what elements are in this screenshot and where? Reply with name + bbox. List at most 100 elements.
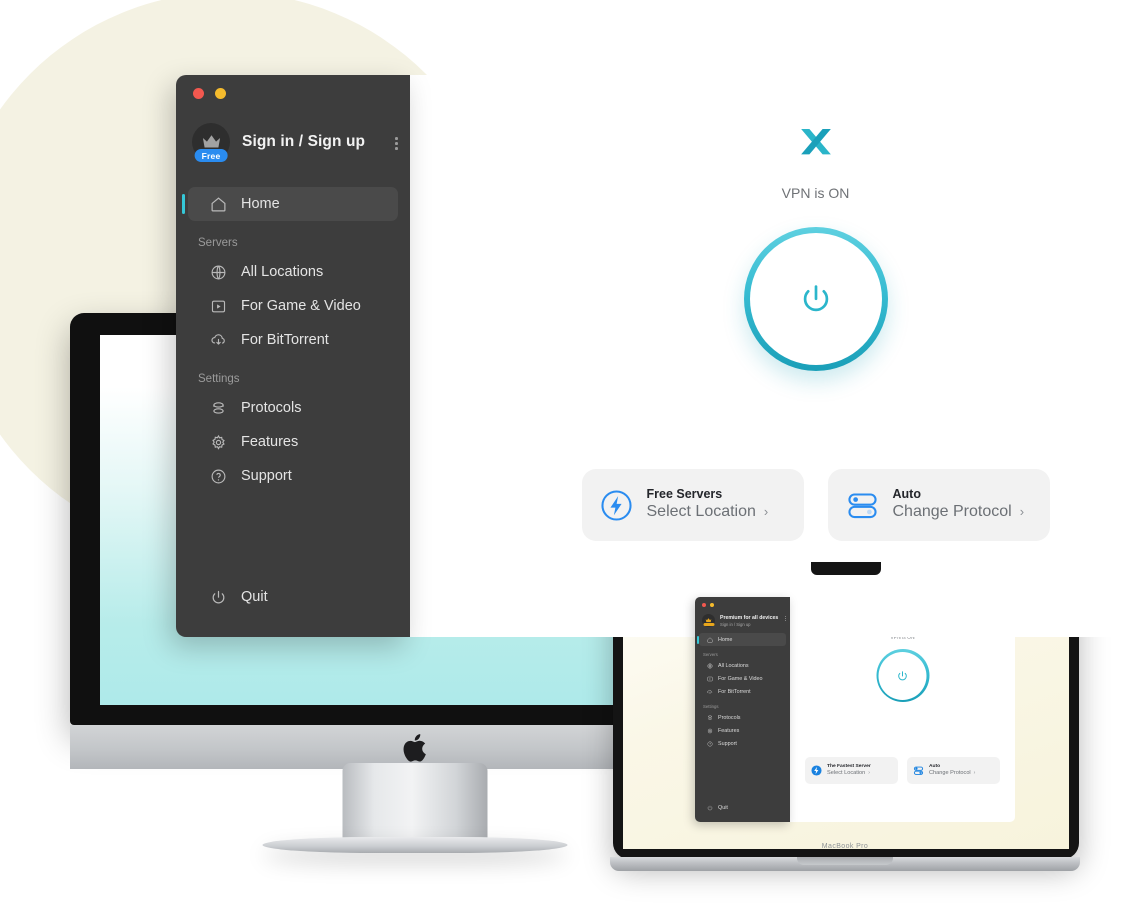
app-main-panel: VPN is ON Free Servers Select Location ›… (410, 75, 1140, 637)
minimize-button[interactable] (215, 88, 226, 99)
mini-avatar (702, 614, 715, 627)
mini-sidebar-item-support[interactable]: Support (699, 737, 786, 750)
power-icon (898, 670, 907, 680)
plan-badge: Free (194, 149, 228, 162)
sidebar-item-label: Features (241, 434, 299, 450)
account-row[interactable]: Free Sign in / Sign up (192, 123, 400, 162)
power-button-inner (749, 233, 882, 365)
close-button[interactable] (193, 88, 204, 99)
home-icon (707, 636, 713, 642)
macbook-base-notch (797, 857, 893, 865)
mini-account-subtitle: Sign in / Sign up (720, 621, 751, 627)
card-change-protocol[interactable]: Auto Change Protocol › (827, 469, 1050, 541)
mini-sidebar-label: Home (718, 636, 733, 643)
sidebar-item-bittorrent[interactable]: For BitTorrent (188, 323, 398, 357)
mini-cards-row: The Fastest Server Select Location › Aut… (790, 757, 1015, 784)
mini-kebab-menu-icon[interactable] (785, 616, 786, 621)
globe-icon (211, 265, 226, 279)
mini-sidebar-item-all-locations[interactable]: All Locations (699, 659, 786, 672)
mini-sidebar-label: All Locations (718, 662, 749, 669)
mini-account-title: Premium for all devices (720, 614, 779, 621)
macbook-notch (811, 562, 881, 575)
video-play-icon (211, 300, 226, 312)
video-play-icon (707, 676, 713, 681)
mini-minimize-button[interactable] (710, 603, 715, 608)
chevron-right-icon: › (763, 504, 769, 520)
sidebar-item-support[interactable]: Support (188, 459, 398, 493)
sidebar-item-home[interactable]: Home (182, 187, 398, 221)
cards-row: Free Servers Select Location › Auto Chan… (410, 469, 1140, 541)
home-icon (211, 196, 226, 211)
sidebar-item-label: Support (241, 468, 292, 484)
quit-label: Quit (241, 589, 268, 605)
mini-account-row[interactable]: Premium for all devices Sign in / Sign u… (702, 614, 786, 627)
mini-sidebar-label: For BitTorrent (718, 688, 751, 695)
chevron-right-icon: › (973, 770, 976, 777)
macbook-device-label: MacBook Pro (821, 843, 869, 850)
question-circle-icon (707, 741, 713, 746)
sidebar-item-label: All Locations (241, 264, 324, 280)
card-title: Auto (892, 486, 921, 501)
card-subtitle: Select Location (646, 503, 756, 521)
mini-quit-button[interactable]: Quit (699, 801, 786, 814)
cloud-download-icon (211, 333, 225, 345)
gear-icon (707, 727, 713, 734)
sidebar-footer: Quit (176, 580, 410, 614)
sidebar-item-all-locations[interactable]: All Locations (188, 255, 398, 289)
mini-power-button[interactable] (876, 649, 929, 702)
apple-logo (403, 734, 426, 762)
chevron-right-icon: › (868, 770, 870, 777)
power-icon (803, 285, 828, 312)
sidebar-item-features[interactable]: Features (188, 425, 398, 459)
mini-sidebar: Premium for all devices Sign in / Sign u… (695, 597, 790, 822)
card-select-location[interactable]: Free Servers Select Location › (581, 469, 804, 541)
mini-quit-label: Quit (718, 804, 728, 811)
kebab-menu-icon[interactable] (395, 137, 398, 150)
power-icon (212, 590, 225, 603)
app-sidebar: Free Sign in / Sign up Home Servers All … (176, 75, 410, 637)
quit-button[interactable]: Quit (188, 580, 398, 614)
mini-card-change-protocol[interactable]: Auto Change Protocol › (907, 757, 1000, 784)
mini-sidebar-label: Support (718, 740, 737, 747)
lightning-bolt-circle-icon (600, 489, 632, 521)
crown-icon (202, 135, 220, 148)
mini-card-subtitle: Select Location (827, 770, 866, 777)
mini-card-subtitle: Change Protocol (929, 770, 971, 777)
sidebar-item-game-video[interactable]: For Game & Video (188, 289, 398, 323)
protocol-toggles-icon (913, 766, 924, 775)
protocol-toggles-icon (847, 492, 877, 518)
showcase-stage: Premium for all devices Sign in / Sign u… (0, 0, 1140, 904)
sidebar-item-protocols[interactable]: Protocols (188, 391, 398, 425)
mini-sidebar-item-game-video[interactable]: For Game & Video (699, 672, 786, 685)
mini-sidebar-item-protocols[interactable]: Protocols (699, 711, 786, 724)
gear-icon (212, 434, 225, 450)
mini-sidebar-label: Features (718, 727, 740, 734)
mini-premium-badge (703, 622, 714, 627)
window-controls[interactable] (193, 88, 226, 99)
sidebar-group-servers: Servers (198, 237, 238, 249)
mini-window-controls[interactable] (702, 603, 715, 608)
mini-sidebar-label: Protocols (718, 714, 741, 721)
mini-card-select-location[interactable]: The Fastest Server Select Location › (805, 757, 898, 784)
mini-sidebar-label: For Game & Video (718, 675, 763, 682)
sidebar-item-label: For BitTorrent (241, 332, 329, 348)
cloud-download-icon (707, 689, 713, 694)
card-title: Free Servers (646, 486, 723, 501)
mini-sidebar-item-bittorrent[interactable]: For BitTorrent (699, 685, 786, 698)
card-subtitle: Change Protocol (892, 503, 1012, 521)
mini-active-indicator (697, 635, 699, 644)
active-indicator (182, 194, 185, 214)
mini-sidebar-item-features[interactable]: Features (699, 724, 786, 737)
mini-close-button[interactable] (702, 603, 707, 608)
sidebar-group-settings: Settings (198, 373, 240, 385)
account-title: Sign in / Sign up (242, 133, 366, 150)
mini-sidebar-item-home[interactable]: Home (697, 633, 786, 646)
layers-icon (708, 715, 712, 720)
imac-stand-neck (342, 763, 488, 843)
power-icon (707, 805, 713, 810)
sidebar-item-label: For Game & Video (241, 298, 361, 314)
imac-stand-foot (262, 837, 568, 853)
power-button[interactable] (743, 227, 888, 371)
question-circle-icon (211, 469, 226, 483)
mini-group-settings: Settings (703, 704, 719, 709)
